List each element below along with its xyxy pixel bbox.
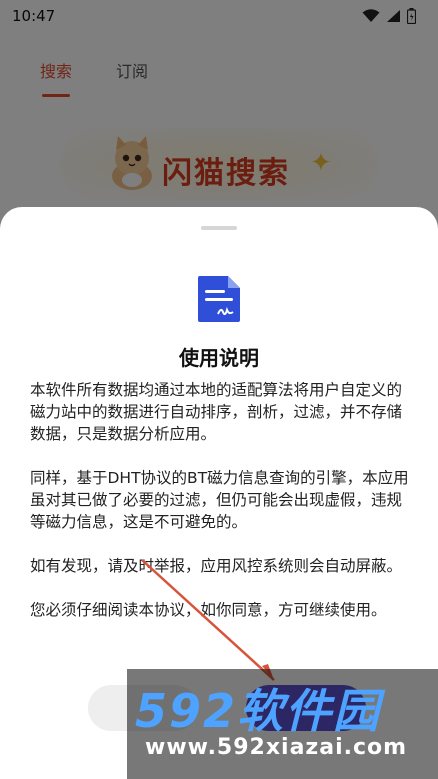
document-icon <box>198 276 240 322</box>
watermark-url: www.592xiazai.com <box>145 735 408 760</box>
terms-paragraph: 您必须仔细阅读本协议，如你同意，方可继续使用。 <box>30 601 387 619</box>
drag-handle[interactable] <box>201 226 237 230</box>
terms-content: 本软件所有数据均通过本地的适配算法将用户自定义的磁力站中的数据进行自动排序，剖析… <box>30 379 410 643</box>
terms-paragraph: 如有发现，请及时举报，应用风控系统则会自动屏蔽。 <box>30 557 403 575</box>
dialog-title: 使用说明 <box>179 346 259 370</box>
terms-paragraph: 本软件所有数据均通过本地的适配算法将用户自定义的磁力站中的数据进行自动排序，剖析… <box>30 381 403 443</box>
app-background: 10:47 搜索 订阅 闪猫搜索 ✦ 使用说明 <box>0 0 438 779</box>
watermark: 592软件园 www.592xiazai.com <box>127 669 438 779</box>
terms-paragraph: 同样，基于DHT协议的BT磁力信息查询的引擎，本应用虽对其已做了必要的过滤，但仍… <box>30 469 409 531</box>
watermark-logo: 592软件园 <box>135 684 382 738</box>
